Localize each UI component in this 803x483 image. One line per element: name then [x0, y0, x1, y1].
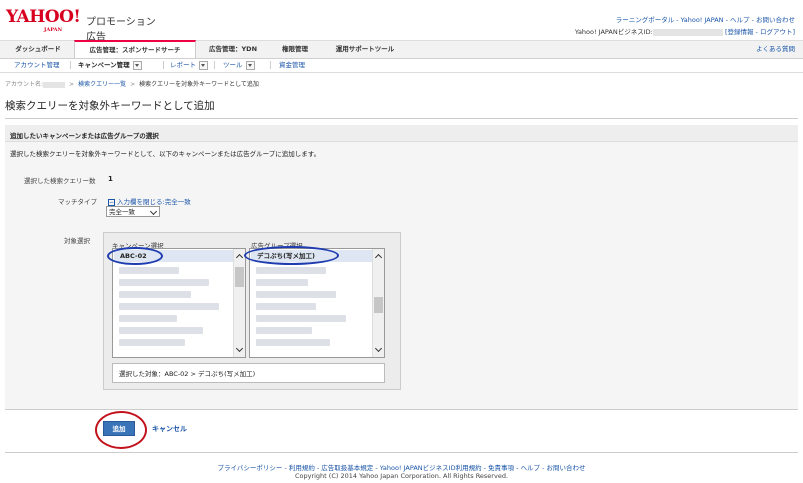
header-nav-links[interactable]: ラーニングポータル - Yahoo! JAPAN - ヘルプ - お問い合わせ: [616, 16, 795, 24]
tab-sponsored-search[interactable]: 広告管理：スポンサードサーチ: [74, 40, 196, 58]
tab-ydn[interactable]: 広告管理：YDN: [198, 41, 268, 58]
business-id-label: Yahoo! JAPANビジネスID:: [574, 28, 653, 36]
list-item[interactable]: [256, 303, 316, 310]
list-item[interactable]: [256, 327, 312, 334]
match-type-label: マッチタイプ: [58, 198, 97, 206]
yahoo-logo[interactable]: YAHOO! JAPAN プロモーション広告: [6, 7, 156, 43]
scroll-down-icon[interactable]: [374, 344, 383, 353]
divider: [70, 61, 71, 69]
chevron-down-icon: [149, 207, 158, 216]
list-item[interactable]: [119, 339, 185, 346]
scroll-down-icon[interactable]: [235, 344, 244, 353]
adgroup-list-scrollbar[interactable]: [372, 249, 384, 357]
scroll-up-icon[interactable]: [374, 253, 383, 262]
scroll-thumb[interactable]: [374, 297, 383, 313]
divider: [270, 61, 271, 69]
account-links[interactable]: [登録情報 - ログアウト]: [725, 28, 795, 36]
copyright: Copyright (C) 2014 Yahoo Japan Corporati…: [294, 472, 509, 480]
tab-support-tools[interactable]: 運用サポートツール: [324, 41, 406, 58]
subnav-campaign-label: キャンペーン管理: [78, 61, 130, 69]
list-item[interactable]: [119, 327, 203, 334]
chevron-down-icon[interactable]: [132, 60, 142, 70]
subnav-tool-label: ツール: [223, 61, 243, 69]
divider: [214, 61, 215, 69]
match-type-toggle-label: 入力欄を閉じる:完全一致: [117, 198, 191, 206]
campaign-list-scrollbar[interactable]: [233, 249, 245, 357]
divider: [163, 61, 164, 69]
subnav-funds[interactable]: 資金管理: [279, 58, 305, 72]
logo-text: YAHOO!: [6, 7, 81, 27]
collapse-icon[interactable]: −: [108, 198, 115, 206]
divider: [5, 452, 798, 453]
subnav-campaign[interactable]: キャンペーン管理: [78, 58, 142, 72]
breadcrumb: アカウント名: > 検索クエリー一覧 > 検索クエリーを対象外キーワードとして追加: [5, 79, 259, 88]
footer-links[interactable]: プライバシーポリシー - 利用規約 - 広告取扱基本規定 - Yahoo! JA…: [0, 462, 803, 472]
account-name-masked: [43, 81, 66, 88]
list-item[interactable]: [256, 291, 336, 298]
subnav-report-label: レポート: [170, 61, 196, 69]
sub-nav: アカウント管理 キャンペーン管理 レポート ツール 資金管理: [0, 58, 803, 73]
query-count-label: 選択した検索クエリー数: [24, 177, 96, 185]
logo-sub: JAPAN: [44, 27, 63, 33]
divider: [5, 409, 798, 410]
list-item[interactable]: [119, 303, 219, 310]
breadcrumb-account-label: アカウント名:: [5, 81, 44, 88]
tab-permissions[interactable]: 権限管理: [270, 41, 320, 58]
breadcrumb-query-list[interactable]: 検索クエリー一覧: [78, 81, 126, 88]
adgroup-list[interactable]: デコぷち(写メ加工): [249, 248, 385, 358]
cancel-link[interactable]: キャンセル: [152, 424, 187, 434]
subnav-account[interactable]: アカウント管理: [14, 58, 60, 72]
annotation-circle-add: [95, 411, 147, 449]
match-type-toggle[interactable]: − 入力欄を閉じる:完全一致: [108, 196, 191, 206]
section-description: 選択した検索クエリーを対象外キーワードとして、以下のキャンペーンまたは広告グルー…: [10, 150, 321, 158]
list-item[interactable]: [256, 267, 326, 274]
selected-target-summary: 選択した対象：ABC-02 > デコぷち(写メ加工): [112, 363, 385, 383]
match-type-selected: 完全一致: [109, 208, 135, 216]
list-item[interactable]: [256, 315, 346, 322]
main-tabs: ダッシュボード 広告管理：スポンサードサーチ 広告管理：YDN 権限管理 運用サ…: [0, 40, 803, 59]
list-item[interactable]: [119, 267, 179, 274]
annotation-ellipse-adgroup: [244, 246, 339, 265]
divider: [5, 118, 798, 119]
list-item[interactable]: [119, 291, 191, 298]
list-item[interactable]: [256, 279, 308, 286]
faq-link[interactable]: よくある質問: [756, 41, 795, 58]
chevron-down-icon[interactable]: [245, 60, 255, 70]
scroll-up-icon[interactable]: [235, 253, 244, 262]
breadcrumb-current: 検索クエリーを対象外キーワードとして追加: [139, 81, 259, 88]
annotation-ellipse-campaign: [107, 247, 163, 265]
product-name: プロモーション広告: [86, 17, 156, 43]
list-item[interactable]: [119, 315, 177, 322]
scroll-thumb[interactable]: [235, 267, 244, 287]
breadcrumb-separator: >: [130, 81, 136, 88]
subnav-tool[interactable]: ツール: [223, 58, 255, 72]
chevron-down-icon[interactable]: [199, 60, 208, 70]
tab-dashboard[interactable]: ダッシュボード: [3, 41, 73, 58]
section-title: 追加したいキャンペーンまたは広告グループの選択: [10, 132, 159, 140]
match-type-select[interactable]: 完全一致: [106, 206, 160, 217]
list-item[interactable]: [256, 339, 330, 346]
list-item[interactable]: [119, 279, 209, 286]
header-links: ラーニングポータル - Yahoo! JAPAN - ヘルプ - お問い合わせ …: [575, 14, 795, 38]
page-title: 検索クエリーを対象外キーワードとして追加: [5, 100, 215, 112]
query-count-value: 1: [108, 175, 113, 183]
target-select-label: 対象選択: [64, 237, 90, 245]
subnav-report[interactable]: レポート: [170, 58, 208, 72]
business-id-masked: [652, 28, 723, 36]
breadcrumb-separator: >: [69, 81, 75, 88]
